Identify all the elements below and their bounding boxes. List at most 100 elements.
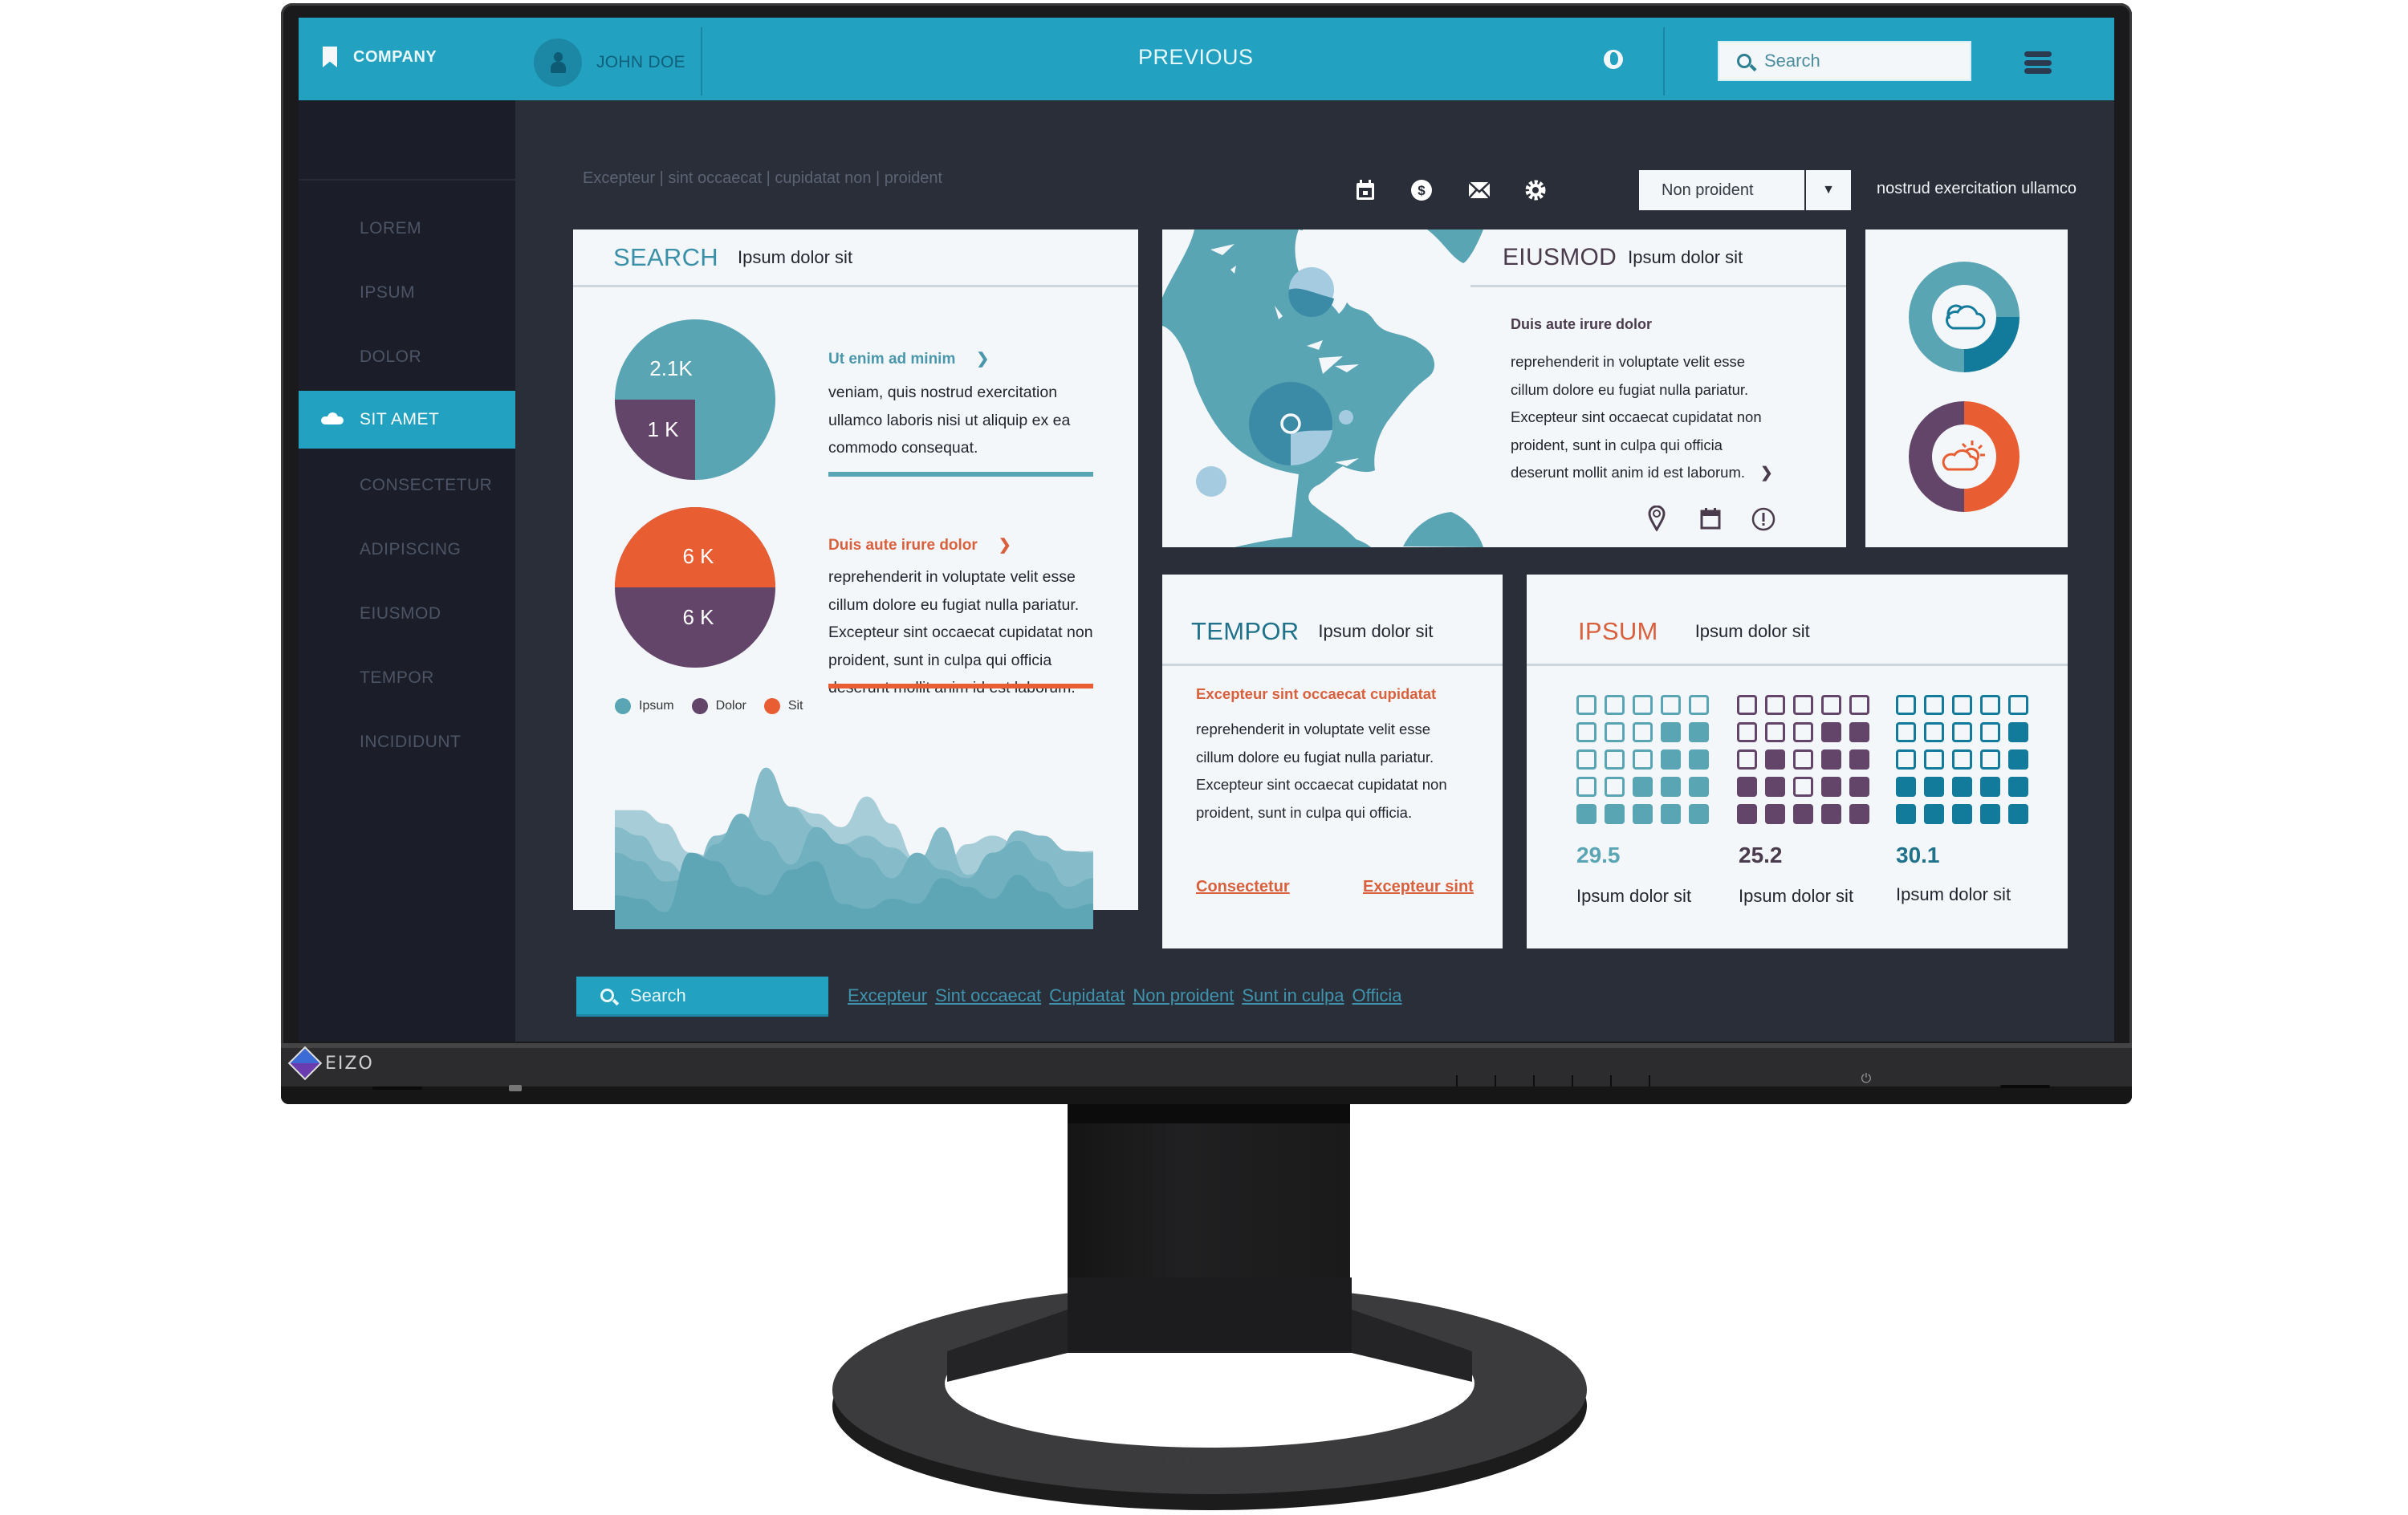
- sidebar-item-incididunt[interactable]: INCIDIDUNT: [299, 713, 515, 771]
- area-chart: [615, 767, 1093, 929]
- waffle-cell-empty: [1793, 722, 1813, 742]
- card-kicker: SEARCH: [613, 242, 718, 271]
- stat-value-2: 25.2: [1739, 843, 1783, 867]
- chevron-down-icon[interactable]: ▼: [1804, 170, 1851, 210]
- waffle-cell-filled: [2008, 749, 2028, 770]
- mail-icon[interactable]: [1467, 178, 1491, 202]
- filter-dropdown[interactable]: Non proident ▼: [1639, 170, 1851, 210]
- sidebar-item-label: SIT AMET: [360, 410, 440, 429]
- sidebar-item-adipiscing[interactable]: ADIPISCING: [299, 521, 515, 579]
- sidebar-item-label: CONSECTETUR: [360, 476, 493, 494]
- user-profile[interactable]: JOHN DOE: [534, 39, 685, 87]
- search-card: SEARCH Ipsum dolor sit 2.1K 1 K 6 K 6 K Ip…: [573, 229, 1138, 929]
- bottom-search-button[interactable]: Search: [576, 977, 828, 1017]
- sidebar-item-label: LOREM: [360, 219, 422, 238]
- quick-link[interactable]: Officia: [1352, 985, 1402, 1006]
- waffle-cell-empty: [1605, 722, 1625, 742]
- legend-dot-dolor: [691, 698, 708, 714]
- waffle-cell-filled: [1924, 804, 1944, 824]
- map-pin-icon[interactable]: [1648, 506, 1666, 531]
- globe-icon[interactable]: [1604, 50, 1623, 69]
- waffle-cell-filled: [1849, 722, 1869, 742]
- monitor-stand-base: [832, 1277, 1587, 1510]
- quick-link[interactable]: Excepteur: [848, 985, 927, 1006]
- sidebar-item-sit-amet[interactable]: SIT AMET: [299, 391, 515, 449]
- waffle-cell-empty: [1793, 749, 1813, 770]
- waffle-cell-empty: [1980, 749, 2000, 770]
- waffle-cell-empty: [1605, 695, 1625, 715]
- calendar-icon[interactable]: [1353, 178, 1377, 202]
- sidebar-item-tempor[interactable]: TEMPOR: [299, 649, 515, 707]
- dollar-icon[interactable]: $: [1409, 178, 1434, 202]
- quick-links: Excepteur Sint occaecat Cupidatat Non pr…: [848, 985, 1401, 1006]
- user-name: JOHN DOE: [596, 53, 685, 71]
- sidebar: LOREM IPSUM DOLOR SIT AMET CONSECTETUR A…: [299, 100, 515, 1042]
- quick-link[interactable]: Sint occaecat: [935, 985, 1041, 1006]
- brand[interactable]: COMPANY: [323, 47, 437, 67]
- waffle-cell-empty: [1924, 749, 1944, 770]
- waffle-cell-filled: [1633, 804, 1653, 824]
- bezel-button[interactable]: [1649, 1075, 1650, 1086]
- waffle-cell-empty: [1849, 695, 1869, 715]
- block1-heading-link[interactable]: Ut enim ad minim ❯: [828, 350, 989, 368]
- bezel-button[interactable]: [1533, 1075, 1535, 1086]
- eizo-logo-icon: [287, 1046, 323, 1081]
- divider: [1663, 27, 1665, 95]
- waffle-cell-empty: [1980, 722, 2000, 742]
- waffle-cell-empty: [1765, 722, 1785, 742]
- waffle-cell-empty: [1605, 749, 1625, 770]
- waffle-cell-empty: [1633, 722, 1653, 742]
- waffle-cell-empty: [1924, 695, 1944, 715]
- block2-heading-link[interactable]: Duis aute irure dolor ❯: [828, 536, 1011, 554]
- block2-heading: Duis aute irure dolor: [828, 536, 978, 554]
- dropdown-value: Non proident: [1662, 181, 1754, 199]
- sidebar-item-lorem[interactable]: LOREM: [299, 200, 515, 258]
- consectetur-link[interactable]: Consectetur: [1196, 878, 1290, 896]
- waffle-chart-3: [1896, 695, 2028, 824]
- bezel-button[interactable]: [1610, 1075, 1612, 1086]
- card-subtitle: Ipsum dolor sit: [1694, 620, 1810, 641]
- sidebar-item-eiusmod[interactable]: EIUSMOD: [299, 585, 515, 643]
- quick-link[interactable]: Sunt in culpa: [1242, 985, 1344, 1006]
- power-button-icon[interactable]: ⏻: [1859, 1072, 1873, 1086]
- hamburger-menu-icon[interactable]: [2024, 51, 2052, 74]
- card-subtitle: Ipsum dolor sit: [1628, 246, 1743, 267]
- sidebar-item-ipsum[interactable]: IPSUM: [299, 264, 515, 322]
- search-icon: [600, 989, 614, 1002]
- tempor-card: TEMPOR Ipsum dolor sit Excepteur sint oc…: [1162, 575, 1503, 948]
- quick-link[interactable]: Non proident: [1133, 985, 1234, 1006]
- pie-label: 6 K: [682, 605, 714, 629]
- bezel-button[interactable]: [1572, 1075, 1573, 1086]
- sidebar-item-label: IPSUM: [360, 283, 416, 302]
- alert-icon[interactable]: [1751, 507, 1775, 531]
- user-icon: [534, 39, 582, 87]
- chevron-right-icon[interactable]: ❯: [1760, 464, 1773, 481]
- legend-dot-ipsum: [615, 698, 631, 714]
- waffle-cell-empty: [1737, 722, 1757, 742]
- waffle-cell-empty: [1689, 695, 1709, 715]
- gear-icon[interactable]: [1523, 178, 1548, 202]
- sidebar-item-consectetur[interactable]: CONSECTETUR: [299, 457, 515, 514]
- legend-label: Ipsum: [639, 699, 674, 713]
- weather-donut-cloud: [1909, 262, 2020, 372]
- calendar-icon[interactable]: [1700, 507, 1721, 530]
- sidebar-item-dolor[interactable]: DOLOR: [299, 328, 515, 386]
- legend-dot-sit: [763, 698, 780, 714]
- bezel-button[interactable]: [1495, 1075, 1496, 1086]
- stat-label-1: Ipsum dolor sit: [1576, 886, 1692, 906]
- donut-center: [1932, 285, 1996, 349]
- quick-link[interactable]: Cupidatat: [1049, 985, 1125, 1006]
- bezel-button[interactable]: [1456, 1075, 1458, 1086]
- waffle-cell-empty: [1605, 777, 1625, 797]
- previous-button[interactable]: PREVIOUS: [1138, 45, 1254, 70]
- legend-label: Sit: [787, 699, 803, 713]
- breadcrumb[interactable]: Excepteur | sint occaecat | cupidatat no…: [583, 169, 942, 188]
- card-header: IPSUM Ipsum dolor sit: [1527, 599, 2068, 666]
- search-input[interactable]: Search: [1718, 41, 1971, 81]
- excepteur-sint-link[interactable]: Excepteur sint: [1363, 878, 1474, 896]
- waffle-cell-filled: [2008, 777, 2028, 797]
- waffle-chart-2: [1737, 695, 1869, 824]
- waffle-cell-empty: [1576, 749, 1597, 770]
- bezel-speaker-slot: [2000, 1085, 2050, 1088]
- waffle-cell-filled: [1952, 777, 1972, 797]
